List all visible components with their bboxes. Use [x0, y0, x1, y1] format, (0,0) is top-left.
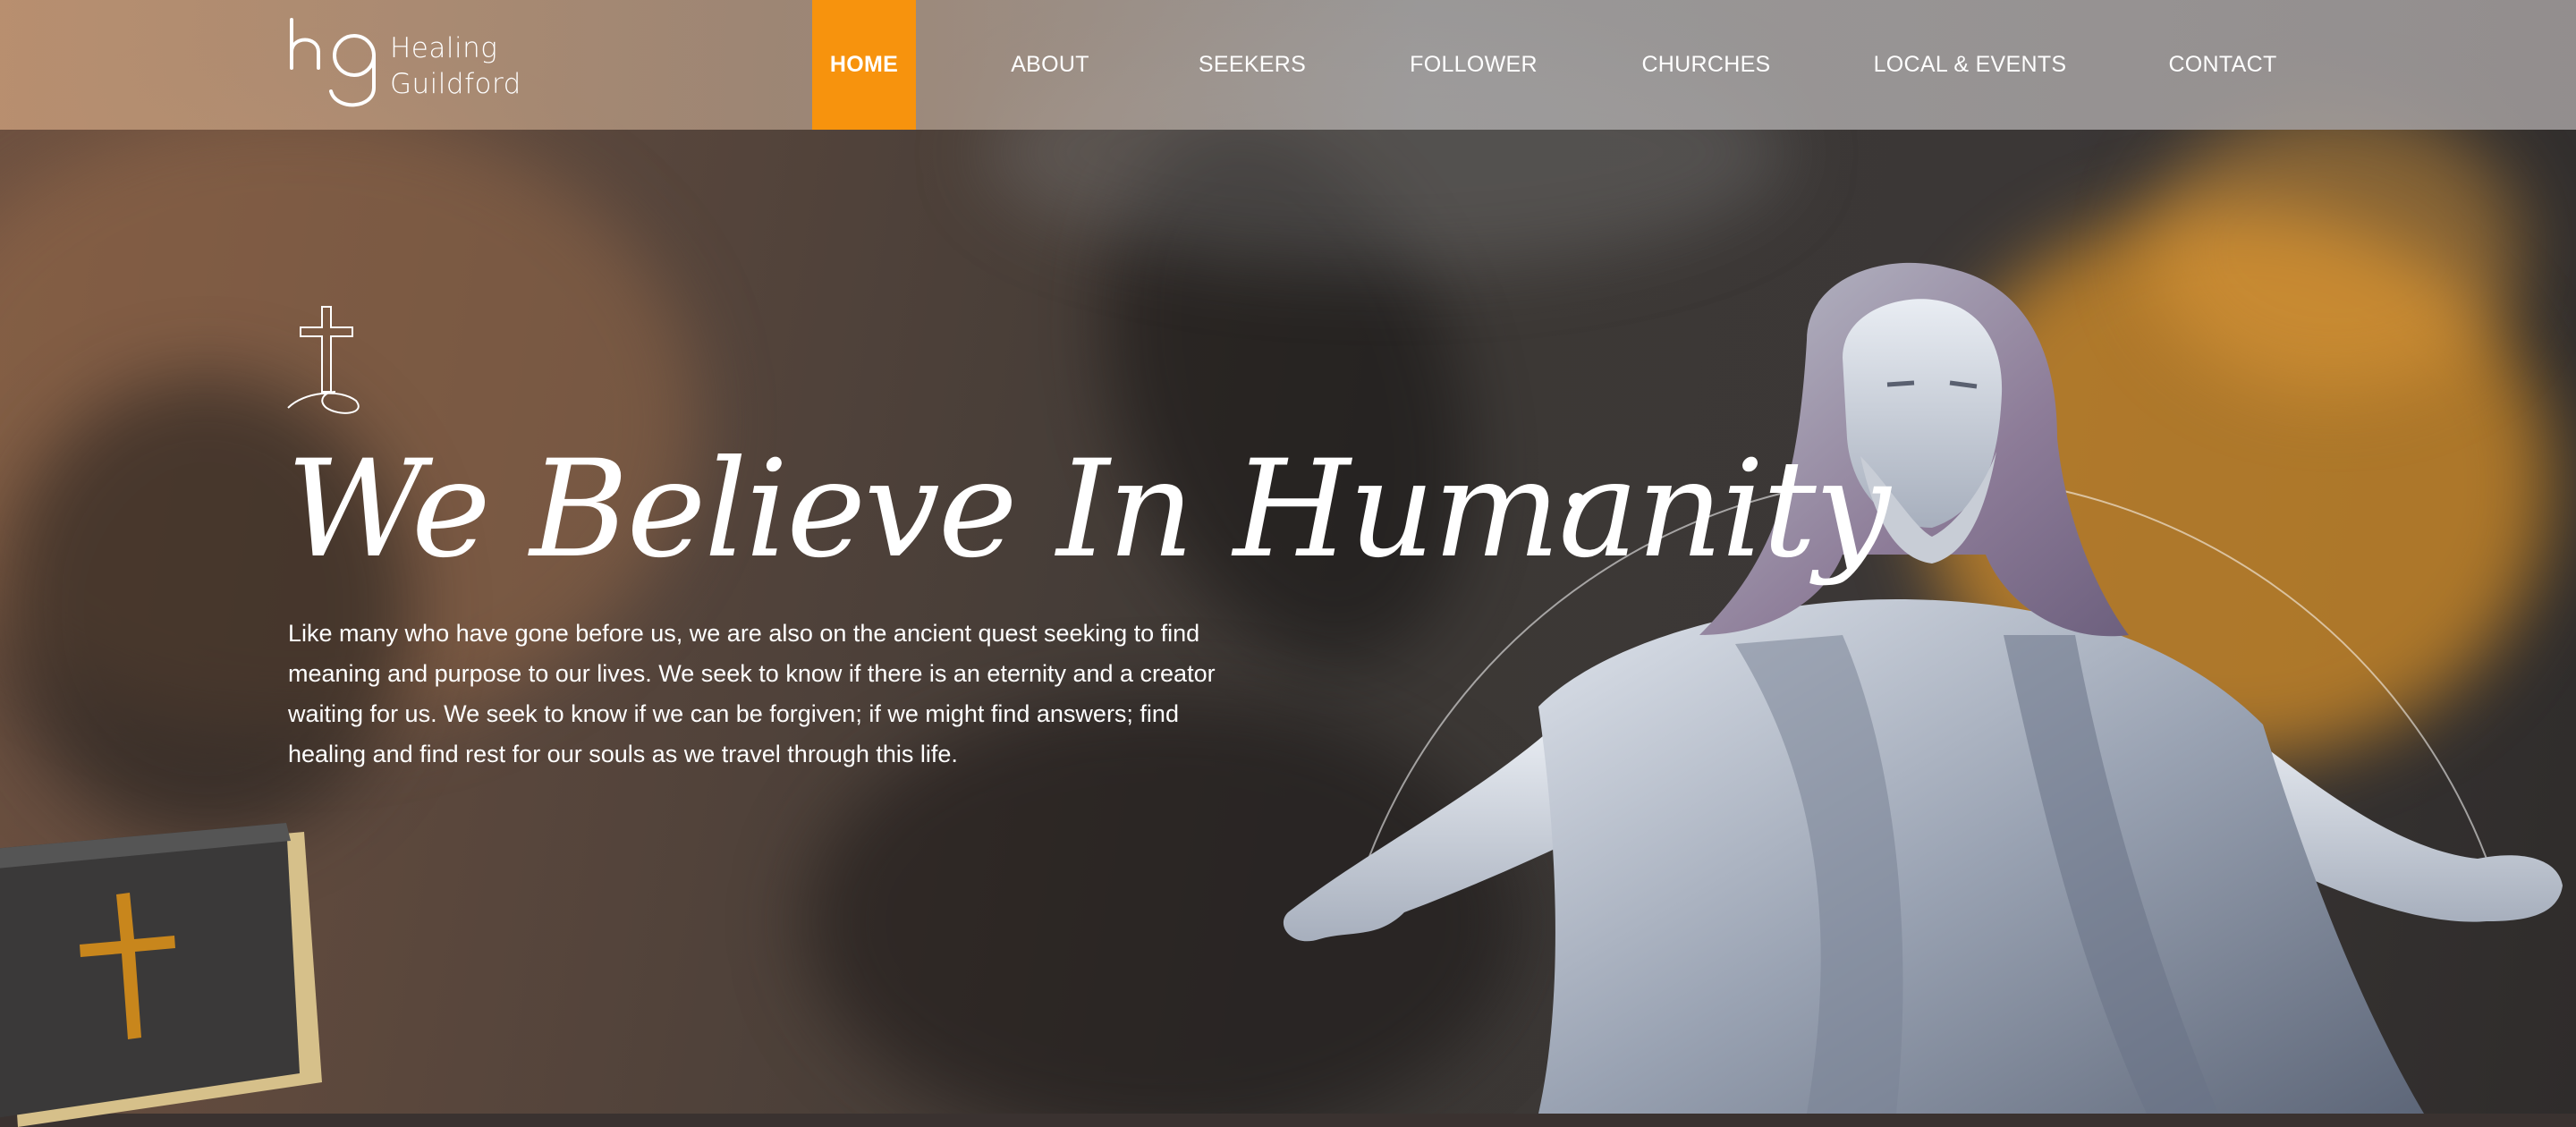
- logo-line-guildford: Guildford: [390, 68, 521, 100]
- nav-about[interactable]: ABOUT: [984, 0, 1116, 130]
- bible-icon: [0, 823, 322, 1127]
- logo-line-healing: Healing: [390, 32, 498, 64]
- hero-title: We Believe In Humanity: [286, 432, 1891, 588]
- top-navigation: Healing Guildford HOME ABOUT SEEKERS FOL…: [0, 0, 2576, 130]
- nav-seekers[interactable]: SEEKERS: [1190, 0, 1315, 130]
- hg-logo-icon: [290, 18, 376, 107]
- nav-home[interactable]: HOME: [812, 0, 916, 130]
- hero-paragraph-line: healing and find rest for our souls as w…: [288, 741, 958, 767]
- nav-local-events[interactable]: LOCAL & EVENTS: [1869, 0, 2071, 130]
- nav-contact[interactable]: CONTACT: [2156, 0, 2290, 130]
- statue-image: [1283, 262, 2563, 1114]
- hero-paragraph: Like many who have gone before us, we ar…: [288, 614, 1236, 775]
- hero-paragraph-line: Like many who have gone before us, we ar…: [288, 620, 1200, 647]
- site-logo[interactable]: Healing Guildford: [286, 16, 521, 114]
- hero-paragraph-line: meaning and purpose to our lives. We see…: [288, 660, 1216, 687]
- logo-text: Healing Guildford: [390, 30, 521, 102]
- hero-paragraph-line: waiting for us. We seek to know if we ca…: [288, 700, 1179, 727]
- nav-churches[interactable]: CHURCHES: [1637, 0, 1775, 130]
- nav-follower[interactable]: FOLLOWER: [1395, 0, 1552, 130]
- cross-on-hill-icon: [287, 306, 360, 414]
